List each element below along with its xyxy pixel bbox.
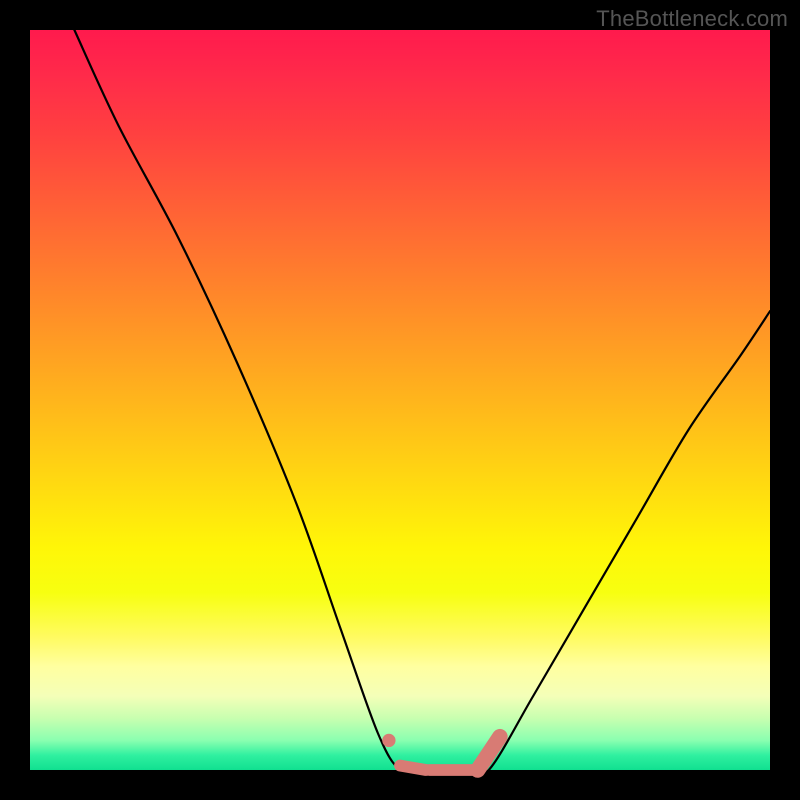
bottleneck-curve bbox=[74, 30, 770, 775]
series-group bbox=[74, 30, 770, 775]
dot-left-edge bbox=[382, 734, 395, 747]
chart-frame: TheBottleneck.com bbox=[0, 0, 800, 800]
watermark-text: TheBottleneck.com bbox=[596, 6, 788, 32]
plot-area bbox=[30, 30, 770, 770]
segment-left bbox=[400, 766, 426, 770]
segment-right bbox=[478, 737, 500, 770]
curve-layer bbox=[30, 30, 770, 770]
markers-group bbox=[382, 734, 500, 770]
